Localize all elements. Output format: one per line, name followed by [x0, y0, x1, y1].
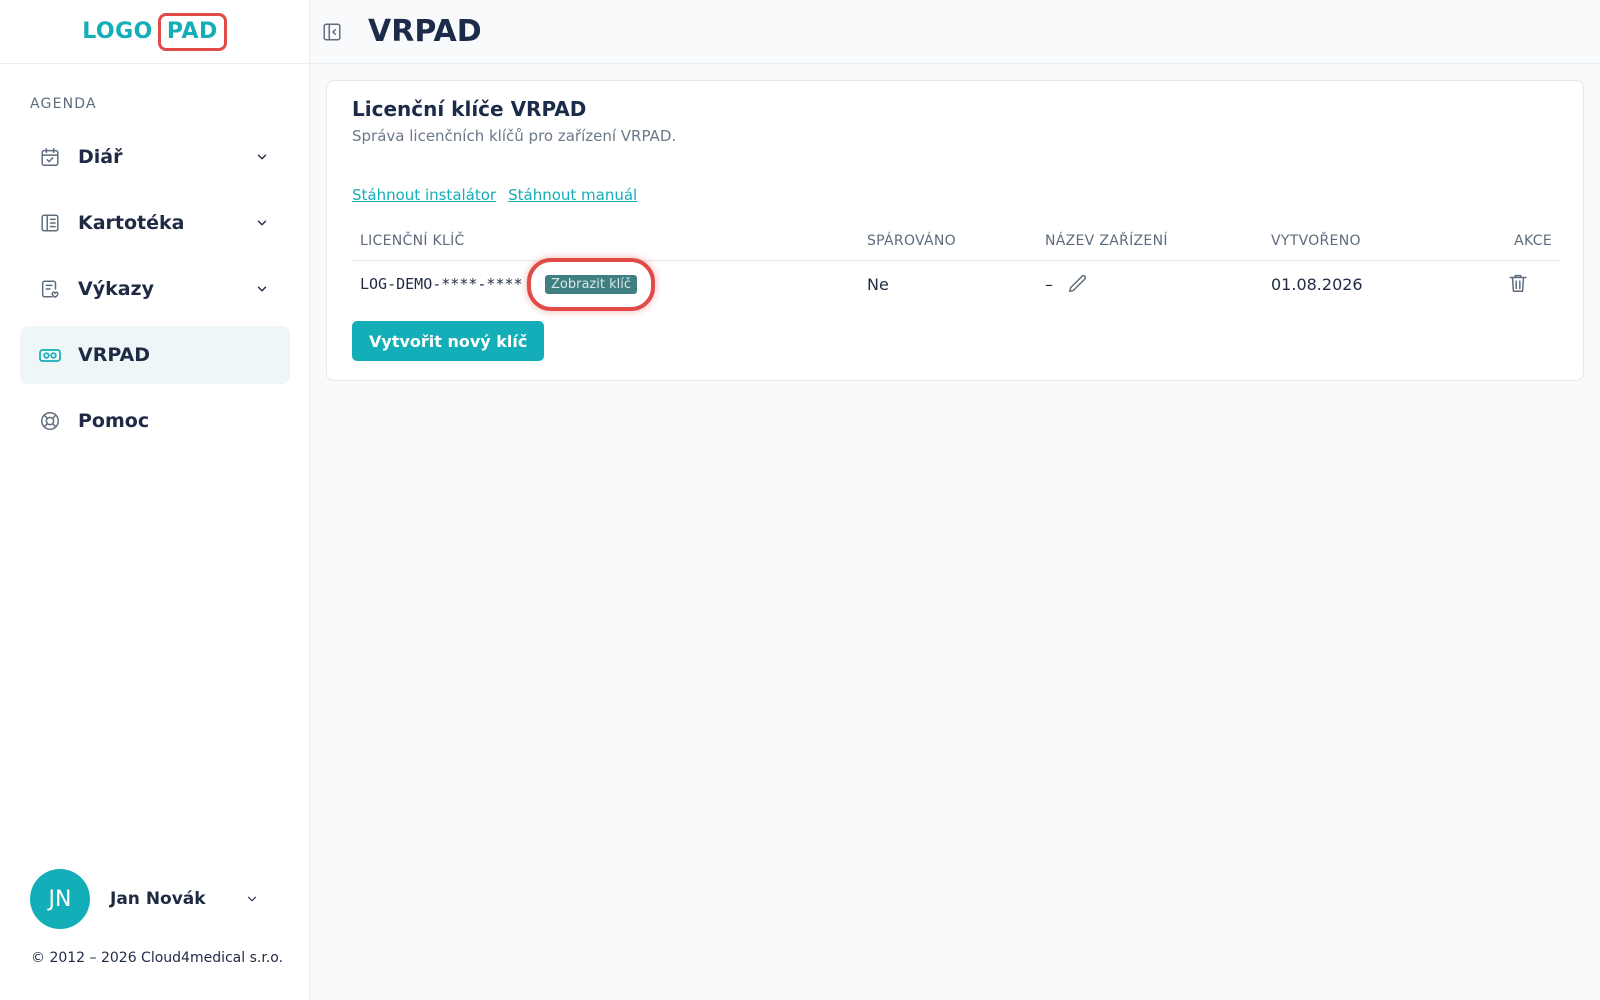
- download-installer-link[interactable]: Stáhnout instalátor: [352, 186, 496, 204]
- license-keys-table: LICENČNÍ KLÍČ SPÁROVÁNO NÁZEV ZAŘÍZENÍ V…: [352, 219, 1560, 311]
- card-subtitle: Správa licenčních klíčů pro zařízení VRP…: [352, 127, 677, 145]
- reveal-key-highlight: Zobrazit klíč: [527, 258, 655, 311]
- reveal-key-button[interactable]: Zobrazit klíč: [545, 275, 637, 294]
- avatar: JN: [30, 869, 90, 929]
- sidebar-item-label: Výkazy: [78, 278, 154, 300]
- create-key-button[interactable]: Vytvořit nový klíč: [352, 321, 545, 361]
- logo-text-left: LOGO: [82, 19, 153, 44]
- copyright: © 2012 – 2026 Cloud4medical s.r.o.: [31, 950, 284, 966]
- download-links: Stáhnout instalátor Stáhnout manuál: [352, 186, 637, 204]
- column-header-paired: SPÁROVÁNO: [867, 233, 956, 249]
- download-manual-link[interactable]: Stáhnout manuál: [508, 186, 637, 204]
- table-header: LICENČNÍ KLÍČ SPÁROVÁNO NÁZEV ZAŘÍZENÍ V…: [352, 219, 1560, 261]
- license-key-value: LOG-DEMO-****-****: [360, 275, 523, 293]
- lifebuoy-icon: [38, 409, 62, 433]
- sidebar-item-vykazy[interactable]: Výkazy: [20, 260, 290, 318]
- card-title: Licenční klíče VRPAD: [352, 97, 587, 121]
- sidebar-item-label: Kartotéka: [78, 212, 185, 234]
- sidebar-nav: Diář Kartotéka Výkazy VRPAD Pomoc: [20, 128, 290, 458]
- chevron-down-icon[interactable]: [252, 213, 272, 233]
- logo-bar: LOGO PAD: [0, 0, 309, 64]
- sidebar-item-label: VRPAD: [78, 344, 150, 366]
- user-name: Jan Novák: [110, 889, 206, 909]
- logo-text-right: PAD: [157, 12, 227, 51]
- chevron-down-icon[interactable]: [252, 279, 272, 299]
- page-header: VRPAD: [310, 0, 1600, 64]
- chevron-down-icon[interactable]: [242, 889, 262, 909]
- sidebar-item-pomoc[interactable]: Pomoc: [20, 392, 290, 450]
- sidebar-item-label: Diář: [78, 146, 123, 168]
- device-name-value: –: [1045, 275, 1053, 294]
- logo[interactable]: LOGO PAD: [82, 12, 227, 51]
- column-header-created: VYTVOŘENO: [1271, 233, 1361, 249]
- table-row: LOG-DEMO-****-**** Zobrazit klíč Ne – 01…: [352, 258, 1560, 311]
- column-header-actions: AKCE: [1514, 233, 1552, 249]
- vr-headset-icon: [38, 343, 62, 367]
- sidebar-item-vrpad[interactable]: VRPAD: [20, 326, 290, 384]
- created-value: 01.08.2026: [1271, 275, 1363, 294]
- sidebar-item-kartoteka[interactable]: Kartotéka: [20, 194, 290, 252]
- page-title: VRPAD: [368, 14, 482, 49]
- edit-icon[interactable]: [1067, 273, 1089, 295]
- column-header-license-key: LICENČNÍ KLÍČ: [360, 233, 465, 249]
- chevron-down-icon[interactable]: [252, 147, 272, 167]
- sidebar-collapse-icon[interactable]: [320, 20, 344, 44]
- sidebar: LOGO PAD AGENDA Diář Kartotéka Výkazy VR…: [0, 0, 310, 1000]
- card-file-icon: [38, 211, 62, 235]
- paired-value: Ne: [867, 275, 889, 294]
- sidebar-item-diar[interactable]: Diář: [20, 128, 290, 186]
- calendar-check-icon: [38, 145, 62, 169]
- section-label-agenda: AGENDA: [30, 96, 97, 112]
- sidebar-item-label: Pomoc: [78, 410, 150, 432]
- column-header-device-name: NÁZEV ZAŘÍZENÍ: [1045, 233, 1168, 249]
- license-keys-card: Licenční klíče VRPAD Správa licenčních k…: [326, 80, 1584, 381]
- trash-icon[interactable]: [1507, 271, 1529, 295]
- user-menu[interactable]: JN Jan Novák: [30, 869, 280, 929]
- report-icon: [38, 277, 62, 301]
